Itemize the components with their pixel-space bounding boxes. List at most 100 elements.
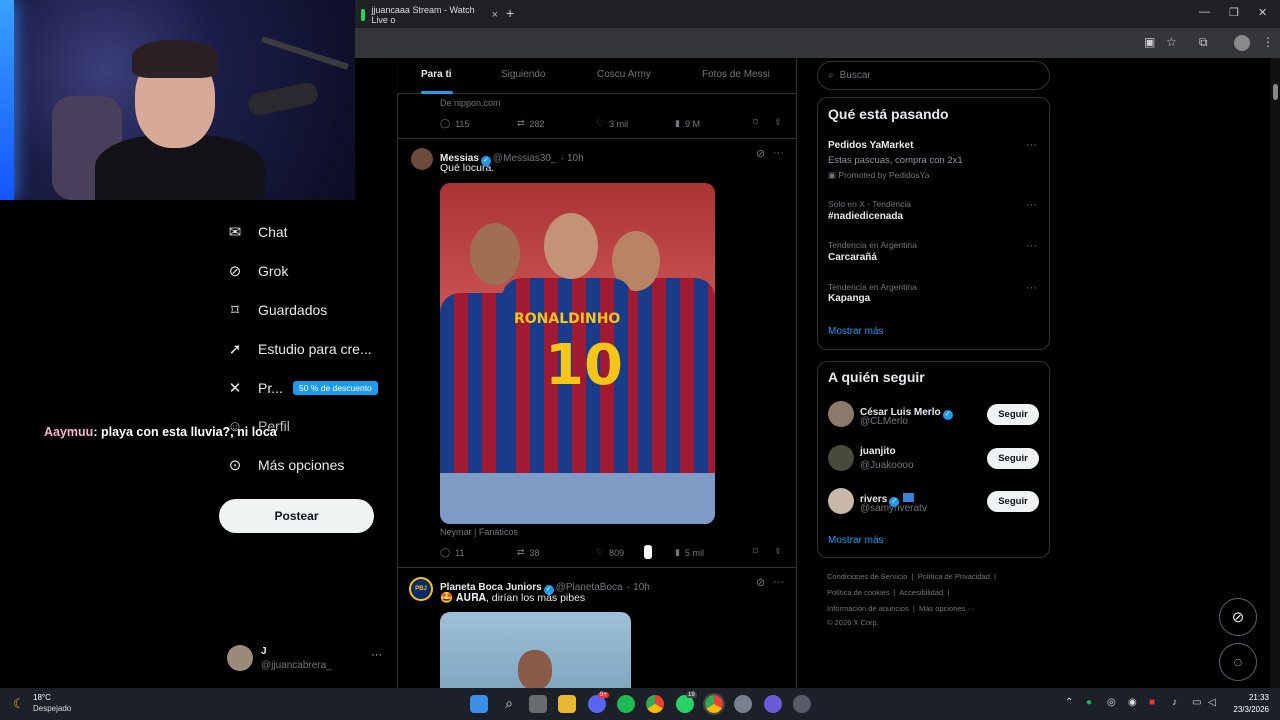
browser-menu-icon[interactable]: ⋮ bbox=[1262, 35, 1274, 49]
clock-date[interactable]: 23/3/2026 bbox=[1221, 705, 1269, 714]
repost-button[interactable]: ⇄ 282 bbox=[517, 118, 545, 129]
follow-button[interactable]: Seguir bbox=[987, 448, 1039, 469]
new-tab-button[interactable]: + bbox=[506, 5, 514, 21]
tray-volume-icon[interactable]: ◁ bbox=[1208, 697, 1216, 708]
tab-coscu-army[interactable]: Coscu Army bbox=[597, 69, 651, 80]
search-icon[interactable]: ⌕ bbox=[500, 695, 518, 713]
tray-red-icon[interactable]: ■ bbox=[1149, 697, 1155, 708]
task-view-icon[interactable] bbox=[529, 695, 547, 713]
trend-name[interactable]: Carcarañá bbox=[828, 252, 877, 263]
follow-name[interactable]: juanjito bbox=[860, 446, 896, 457]
avatar[interactable] bbox=[828, 488, 854, 514]
repost-button[interactable]: ⇄ 38 bbox=[517, 547, 540, 558]
more-icon[interactable]: ··· bbox=[371, 649, 382, 661]
footer-link[interactable]: Política de cookies | Accesibilidad | bbox=[827, 588, 949, 597]
post-author-handle[interactable]: @Messias30_ bbox=[493, 153, 557, 164]
avatar[interactable] bbox=[828, 401, 854, 427]
minimize-button[interactable]: — bbox=[1199, 6, 1210, 18]
post-time[interactable]: · 10h bbox=[627, 582, 650, 593]
file-explorer-icon[interactable] bbox=[558, 695, 576, 713]
promo-name[interactable]: Pedidos YaMarket bbox=[828, 140, 913, 151]
obs-icon[interactable] bbox=[793, 695, 811, 713]
avatar[interactable] bbox=[411, 148, 433, 170]
avatar[interactable] bbox=[828, 445, 854, 471]
reply-button[interactable]: ◯ 11 bbox=[440, 547, 464, 558]
tray-network-icon[interactable]: ▭ bbox=[1192, 697, 1201, 708]
chrome-icon[interactable] bbox=[646, 695, 664, 713]
sidebar-item-more[interactable]: ⊙ Más opciones bbox=[226, 453, 345, 477]
tray-spotify-icon[interactable]: ● bbox=[1086, 697, 1092, 708]
maximize-button[interactable]: ❐ bbox=[1229, 6, 1239, 19]
more-icon[interactable]: ··· bbox=[1026, 199, 1037, 211]
weather-condition[interactable]: Despejado bbox=[33, 704, 71, 713]
share-icon[interactable]: ⇪ bbox=[774, 117, 782, 128]
like-button[interactable]: ♡ 809 bbox=[596, 547, 624, 558]
follow-button[interactable]: Seguir bbox=[987, 404, 1039, 425]
tab-siguiendo[interactable]: Siguiendo bbox=[501, 69, 545, 80]
more-icon[interactable]: ··· bbox=[773, 576, 784, 588]
more-icon[interactable]: ··· bbox=[1026, 139, 1037, 151]
profile-avatar[interactable] bbox=[1234, 35, 1250, 51]
sidebar-item-premium[interactable]: ✕ Pr... bbox=[226, 376, 283, 400]
views-button[interactable]: ▮ 9 M bbox=[675, 118, 700, 129]
footer-link[interactable]: Información de anuncios | Más opciones ·… bbox=[827, 604, 975, 613]
scrollbar[interactable] bbox=[1270, 58, 1280, 688]
show-more-link[interactable]: Mostrar más bbox=[828, 326, 884, 337]
premium-discount-badge[interactable]: 50 % de descuento bbox=[293, 381, 378, 395]
tray-mic-icon[interactable]: ♪ bbox=[1172, 697, 1177, 708]
app-icon[interactable] bbox=[764, 695, 782, 713]
views-button[interactable]: ▮ 5 mil bbox=[675, 547, 704, 558]
clock-time[interactable]: 21:33 bbox=[1227, 693, 1269, 702]
bookmark-icon[interactable]: ⌑ bbox=[753, 117, 758, 128]
star-icon[interactable]: ☆ bbox=[1166, 35, 1177, 49]
settings-icon[interactable] bbox=[734, 695, 752, 713]
avatar[interactable]: PBJ bbox=[409, 577, 433, 601]
grok-icon[interactable]: ⊘ bbox=[756, 147, 765, 160]
more-icon[interactable]: ··· bbox=[773, 147, 784, 159]
tray-chevron-icon[interactable]: ⌃ bbox=[1065, 697, 1073, 708]
scrollbar-thumb[interactable] bbox=[1273, 84, 1278, 100]
sidebar-item-studio[interactable]: ➚ Estudio para cre... bbox=[226, 337, 372, 361]
cast-icon[interactable]: ▣ bbox=[1144, 35, 1155, 49]
post-source[interactable]: De nippon.com bbox=[440, 98, 501, 108]
tab-close-icon[interactable]: × bbox=[492, 9, 498, 21]
promo-desc[interactable]: Estas pascuas, compra con 2x1 bbox=[828, 155, 963, 166]
sidebar-item-bookmarks[interactable]: ⌑ Guardados bbox=[226, 298, 327, 322]
tray-chrome-icon[interactable]: ◎ bbox=[1107, 697, 1116, 708]
post-image[interactable] bbox=[440, 612, 631, 688]
post-time[interactable]: · 10h bbox=[561, 153, 584, 164]
chrome-active-icon[interactable] bbox=[703, 693, 725, 715]
post-image[interactable]: RONALDINHO 10 bbox=[440, 183, 715, 524]
sidebar-item-grok[interactable]: ⊘ Grok bbox=[226, 259, 289, 283]
tab-para-ti[interactable]: Para ti bbox=[421, 69, 452, 80]
divider bbox=[397, 567, 796, 568]
image-tag[interactable]: Neymar | Fanáticos bbox=[440, 527, 518, 537]
reply-button[interactable]: ◯ 115 bbox=[440, 118, 469, 129]
weather-temp[interactable]: 18°C bbox=[33, 693, 51, 702]
browser-tab[interactable]: jjuancaaa Stream - Watch Live o × bbox=[355, 4, 498, 26]
follow-button[interactable]: Seguir bbox=[987, 491, 1039, 512]
more-icon[interactable]: ··· bbox=[1026, 240, 1037, 252]
trend-name[interactable]: Kapanga bbox=[828, 293, 870, 304]
spotify-icon[interactable] bbox=[617, 695, 635, 713]
post-button[interactable]: Postear bbox=[219, 499, 374, 533]
share-icon[interactable]: ⇪ bbox=[774, 546, 782, 557]
show-more-link[interactable]: Mostrar más bbox=[828, 535, 884, 546]
like-button[interactable]: ♡ 3 mil bbox=[596, 118, 628, 129]
tab-fotos-de-messi[interactable]: Fotos de Messi bbox=[702, 69, 770, 80]
account-switcher[interactable]: J @jjuancabrera_ ··· bbox=[227, 645, 397, 675]
grok-icon[interactable]: ⊘ bbox=[756, 576, 765, 589]
more-icon[interactable]: ··· bbox=[1026, 282, 1037, 294]
trend-name[interactable]: #nadiedicenada bbox=[828, 211, 903, 222]
search-input[interactable]: ⌕ Buscar bbox=[817, 61, 1050, 90]
close-window-button[interactable]: ✕ bbox=[1258, 6, 1267, 19]
messages-fab-icon[interactable]: ◌ bbox=[1219, 643, 1257, 681]
start-icon[interactable] bbox=[470, 695, 488, 713]
footer-link[interactable]: Condiciones de Servicio | Política de Pr… bbox=[827, 572, 996, 581]
sidebar-item-chat[interactable]: ✉ Chat bbox=[226, 220, 288, 244]
weather-moon-icon[interactable]: ☾ bbox=[13, 696, 25, 712]
extensions-icon[interactable]: ⧉ bbox=[1199, 35, 1208, 50]
bookmark-icon[interactable]: ⌑ bbox=[753, 546, 758, 557]
grok-fab-icon[interactable]: ⊘ bbox=[1219, 598, 1257, 636]
tray-app-icon[interactable]: ◉ bbox=[1128, 697, 1137, 708]
